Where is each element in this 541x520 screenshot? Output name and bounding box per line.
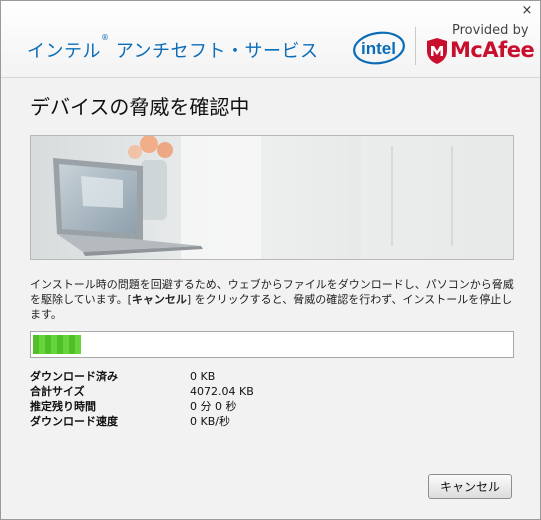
mcafee-shield-icon <box>427 38 447 64</box>
stat-row-downloaded: ダウンロード済み 0 KB <box>30 369 254 384</box>
stat-row-download-speed: ダウンロード速度 0 KB/秒 <box>30 414 254 429</box>
description-text: インストール時の問題を回避するため、ウェブからファイルをダウンロードし、パソコン… <box>30 277 514 322</box>
stat-row-time-remaining: 推定残り時間 0 分 0 秒 <box>30 399 254 414</box>
installer-window: × インテル® アンチセフト・サービス intel Provided by Mc… <box>0 0 541 520</box>
download-stats: ダウンロード済み 0 KB 合計サイズ 4072.04 KB 推定残り時間 0 分 0… <box>30 369 254 429</box>
intel-logo: intel <box>353 31 405 65</box>
intel-logo-text: intel <box>361 39 396 58</box>
hero-laptop-image <box>30 135 514 260</box>
app-title-main: インテル <box>27 41 101 62</box>
stat-label: 推定残り時間 <box>30 400 96 413</box>
cancel-button[interactable]: キャンセル <box>428 474 512 499</box>
close-icon[interactable]: × <box>520 4 534 18</box>
mcafee-logo-text: McAfee <box>450 38 535 62</box>
logo-divider <box>415 27 416 65</box>
stat-value: 4072.04 KB <box>190 385 254 398</box>
progress-fill <box>33 335 81 354</box>
app-title-rest: アンチセフト・サービス <box>109 41 319 62</box>
stat-label: ダウンロード済み <box>30 370 118 383</box>
header-banner: × インテル® アンチセフト・サービス intel Provided by Mc… <box>1 1 540 78</box>
provided-by-label: Provided by <box>452 23 529 38</box>
stat-value: 0 分 0 秒 <box>190 400 237 413</box>
stat-label: ダウンロード速度 <box>30 415 118 428</box>
stat-value: 0 KB/秒 <box>190 415 230 428</box>
download-progress-bar <box>30 331 514 358</box>
description-cancel-emphasis: キャンセル <box>131 293 187 306</box>
stat-row-total-size: 合計サイズ 4072.04 KB <box>30 384 254 399</box>
app-title: インテル® アンチセフト・サービス <box>27 33 319 63</box>
stat-label: 合計サイズ <box>30 385 85 398</box>
registered-mark: ® <box>101 33 110 42</box>
stat-value: 0 KB <box>190 370 216 383</box>
page-title: デバイスの脅威を確認中 <box>30 95 250 119</box>
